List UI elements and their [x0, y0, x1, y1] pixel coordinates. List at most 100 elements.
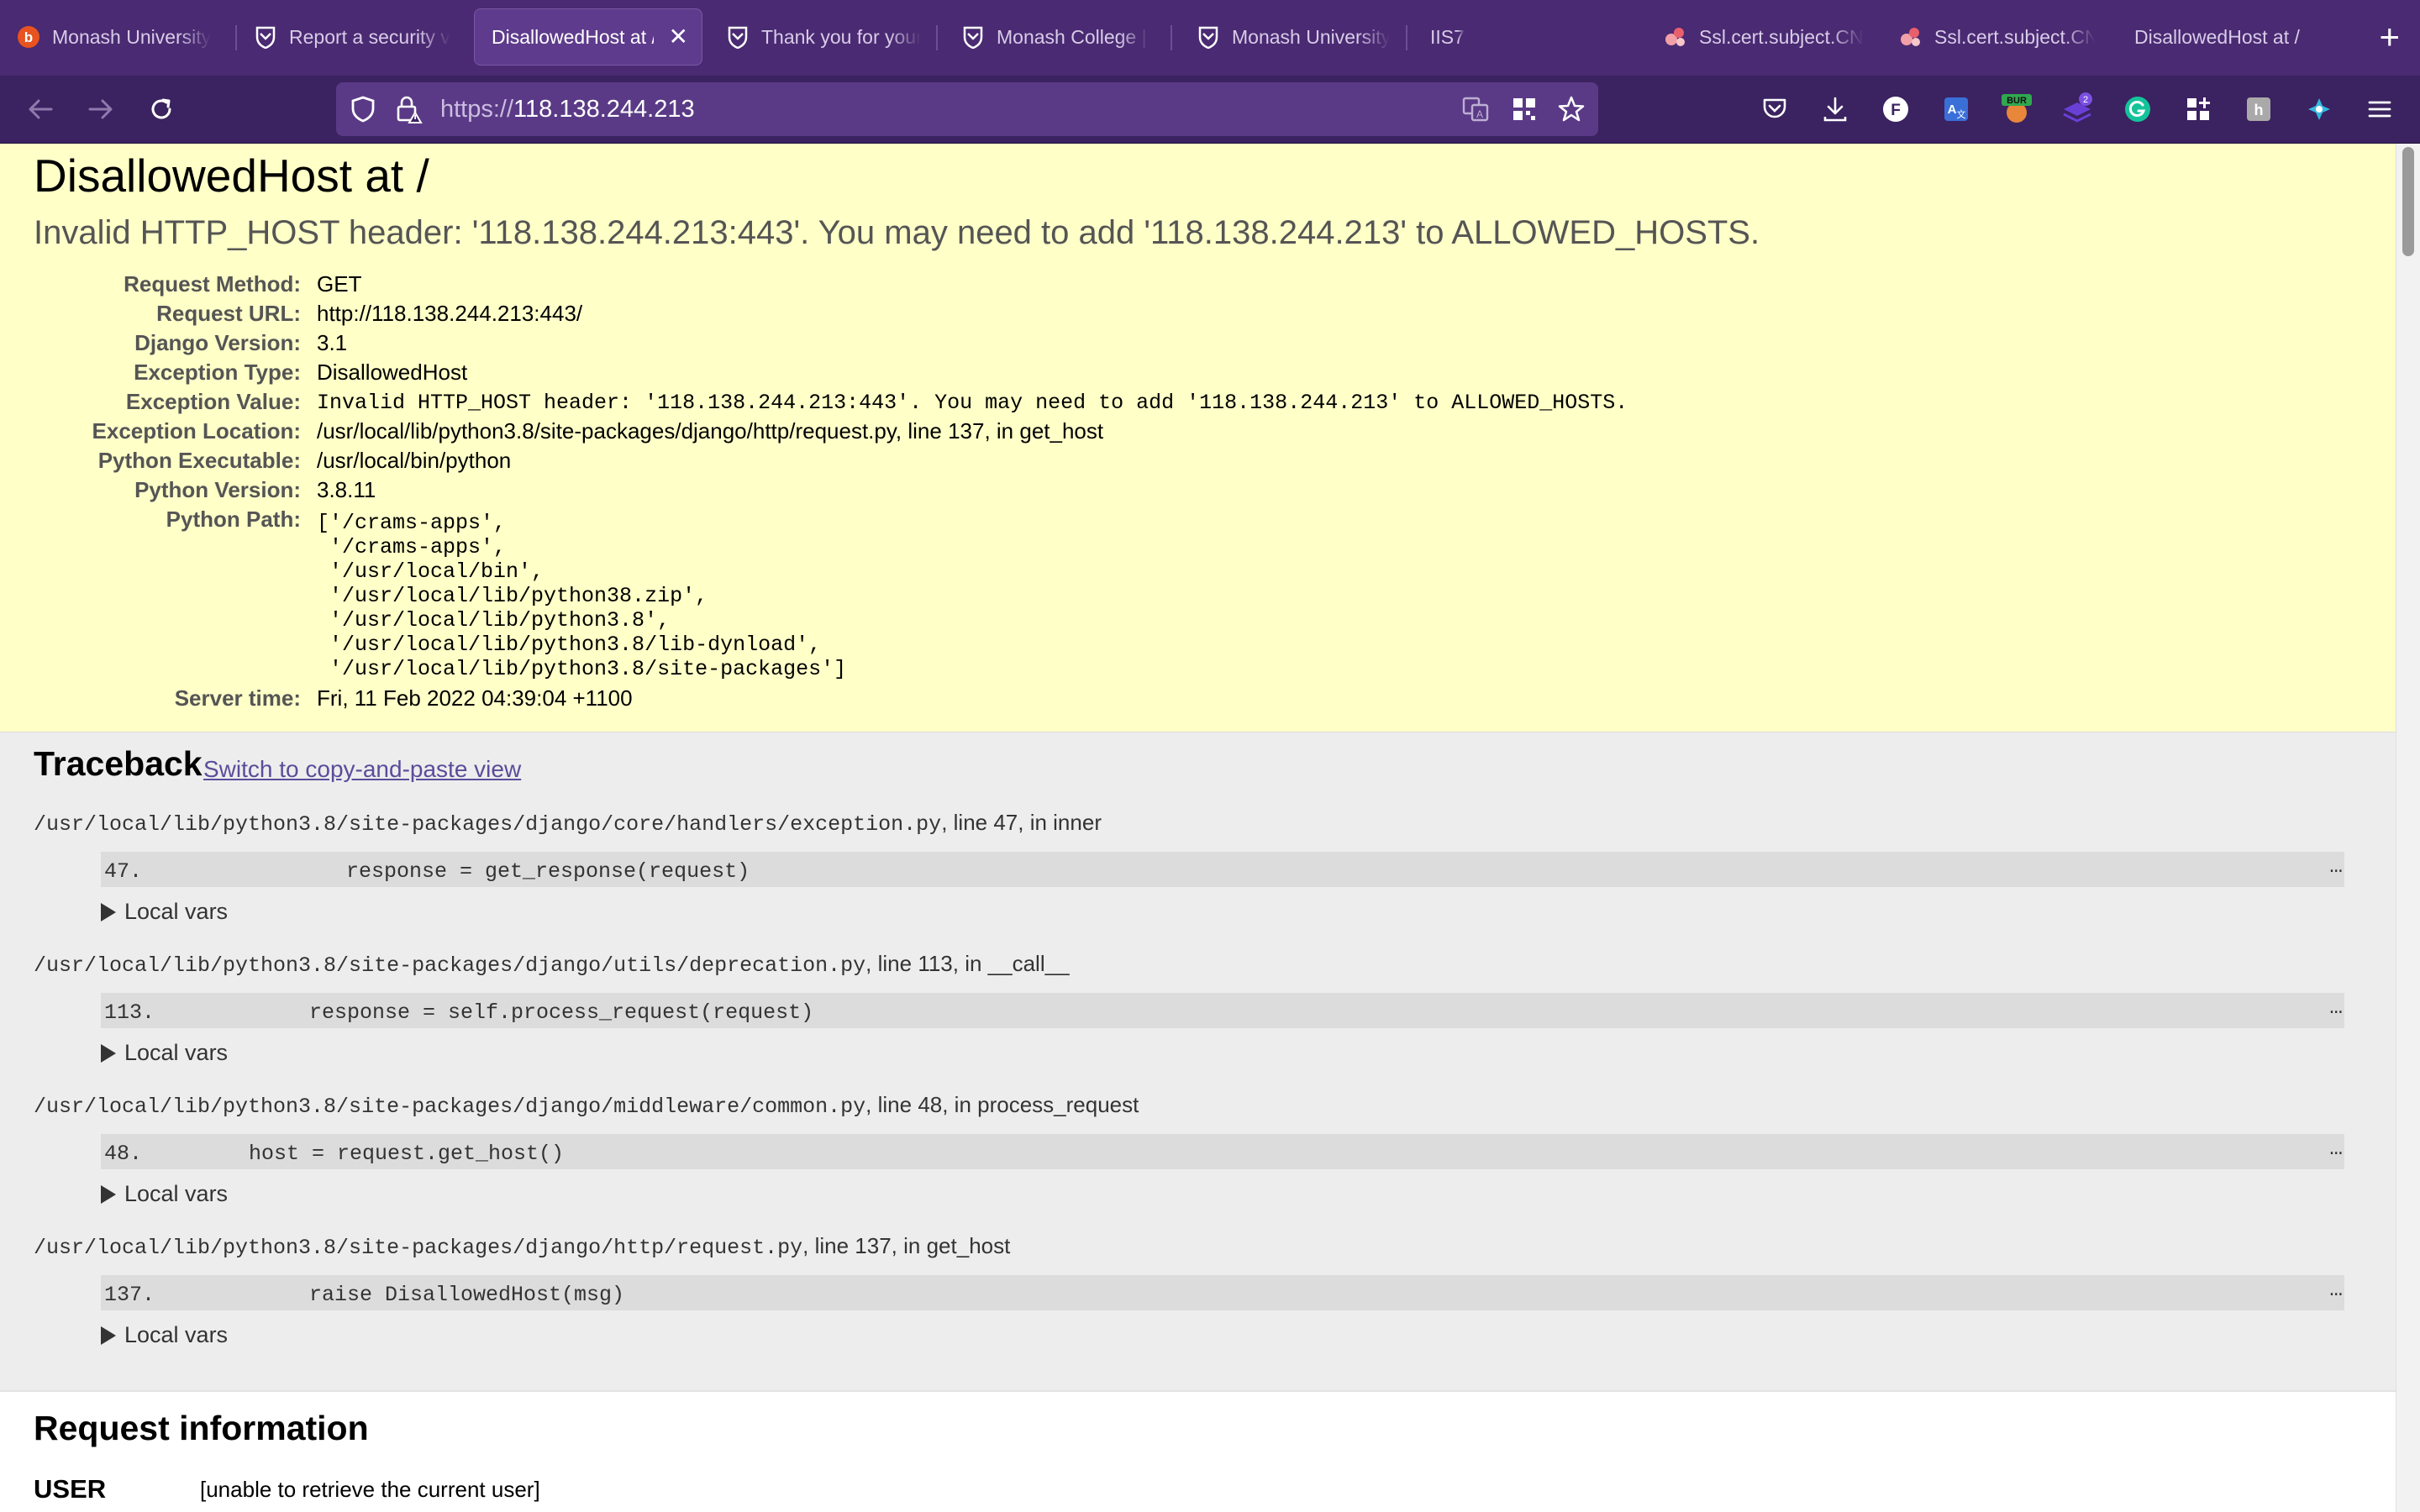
line-number: 137. [104, 1283, 155, 1307]
url-protocol: https:// [440, 96, 514, 123]
translate-extension-icon[interactable]: A文 [1938, 91, 1975, 128]
burp-extension-icon[interactable]: BUR [1998, 91, 2035, 128]
frame-path: /usr/local/lib/python3.8/site-packages/d… [34, 812, 942, 837]
back-button[interactable] [22, 91, 59, 128]
frame-location: , line 48, in process_request [865, 1092, 1139, 1117]
meta-value: GET [317, 271, 362, 297]
user-value: [unable to retrieve the current user] [200, 1477, 540, 1502]
local-vars-label: Local vars [124, 1040, 229, 1065]
page-viewport[interactable]: DisallowedHost at / Invalid HTTP_HOST he… [0, 144, 2420, 1512]
context-line[interactable]: 137. raise DisallowedHost(msg) … [101, 1275, 2344, 1310]
meta-key: Django Version: [134, 330, 301, 355]
tab-disallowedhost-2[interactable]: DisallowedHost at / [2118, 8, 2361, 66]
context-line[interactable]: 48. host = request.get_host() … [101, 1134, 2344, 1169]
expand-context-icon[interactable]: … [2329, 1277, 2343, 1302]
meta-row-django-version: Django Version: 3.1 [0, 328, 1681, 357]
vertical-scrollbar[interactable] [2396, 144, 2420, 1512]
local-vars-toggle[interactable]: Local vars [101, 899, 228, 925]
meta-key: Request URL: [156, 301, 301, 326]
tab-monash-university-2[interactable]: Monash University [1180, 8, 1403, 66]
frame-path: /usr/local/lib/python3.8/site-packages/d… [34, 953, 866, 978]
new-tab-button[interactable]: + [2379, 19, 2400, 55]
meta-row-request-method: Request Method: GET [0, 270, 1681, 298]
profile-f-icon[interactable]: F [1877, 91, 1914, 128]
traceback-heading: Traceback [34, 744, 203, 783]
local-vars-label: Local vars [124, 1322, 229, 1347]
source-code: response = get_response(request) [346, 859, 750, 884]
tab-thank-you[interactable]: Thank you for your [709, 8, 934, 66]
meta-value: /usr/local/lib/python3.8/site-packages/d… [317, 418, 1104, 444]
local-vars-toggle[interactable]: Local vars [101, 1181, 228, 1207]
meta-value: 3.1 [317, 330, 348, 355]
forward-button[interactable] [82, 91, 119, 128]
tab-ssl-cert-2[interactable]: Ssl.cert.subject.CN [1882, 8, 2109, 66]
tab-label: Ssl.cert.subject.CN [1699, 25, 1864, 48]
meta-key: Python Executable: [97, 448, 301, 473]
frame-path: /usr/local/lib/python3.8/site-packages/d… [34, 1236, 803, 1260]
bookmark-star-icon[interactable] [1556, 94, 1586, 124]
layers-extension-icon[interactable]: 2 [2059, 91, 2096, 128]
lock-warning-icon[interactable] [393, 94, 424, 124]
line-number: 113. [104, 1000, 155, 1025]
tab-monash-university-1[interactable]: b Monash University [0, 8, 234, 66]
request-information-heading: Request information [34, 1409, 369, 1447]
close-tab-icon[interactable]: ✕ [669, 25, 688, 49]
local-vars-toggle[interactable]: Local vars [101, 1040, 228, 1066]
reload-icon [151, 98, 171, 119]
grammarly-icon[interactable] [2119, 91, 2156, 128]
context-line[interactable]: 113. response = self.process_request(req… [101, 993, 2344, 1028]
pocket-icon[interactable] [1756, 91, 1793, 128]
monash-shield-icon [1197, 25, 1220, 50]
qr-code-icon[interactable] [1509, 94, 1539, 124]
meta-value: http://118.138.244.213:443/ [317, 301, 583, 326]
tab-label: IIS7 [1430, 25, 1465, 48]
tab-disallowedhost-active[interactable]: DisallowedHost at / ✕ [474, 8, 702, 66]
tab-label: DisallowedHost at / [2134, 25, 2300, 48]
meta-value: Fri, 11 Feb 2022 04:39:04 +1100 [317, 685, 633, 711]
local-vars-label: Local vars [124, 1181, 229, 1206]
tab-ssl-cert-1[interactable]: Ssl.cert.subject.CN [1647, 8, 1879, 66]
frame-file: /usr/local/lib/python3.8/site-packages/d… [34, 810, 1102, 837]
hamburger-menu-icon[interactable] [2361, 91, 2398, 128]
switch-copy-paste-link[interactable]: Switch to copy-and-paste view [203, 756, 521, 783]
tracking-protection-shield-icon[interactable] [348, 94, 378, 124]
url-text[interactable]: https://118.138.244.213 [440, 82, 695, 136]
frame-file: /usr/local/lib/python3.8/site-packages/d… [34, 1233, 1010, 1260]
local-vars-toggle[interactable]: Local vars [101, 1322, 228, 1348]
tab-separator [936, 25, 938, 50]
error-title: DisallowedHost at / [34, 150, 429, 202]
tab-separator [1171, 25, 1172, 50]
expand-context-icon[interactable]: … [2329, 853, 2343, 879]
error-summary: DisallowedHost at / Invalid HTTP_HOST he… [0, 144, 2396, 732]
tab-label: Ssl.cert.subject.CN [1934, 25, 2096, 48]
meta-row-request-url: Request URL: http://118.138.244.213:443/ [0, 299, 1681, 328]
scrollbar-thumb[interactable] [2402, 147, 2414, 256]
back-arrow-icon [29, 99, 53, 119]
download-icon[interactable] [1817, 91, 1854, 128]
meta-key: Server time: [174, 685, 301, 711]
notification-count: 2 [2083, 95, 2088, 105]
expand-context-icon[interactable]: … [2329, 1136, 2343, 1161]
meta-row-exception-location: Exception Location: /usr/local/lib/pytho… [0, 417, 1681, 445]
tab-iis7[interactable]: IIS7 [1413, 8, 1649, 66]
hash-extension-icon[interactable]: h [2240, 91, 2277, 128]
meta-key: Exception Value: [125, 389, 301, 414]
bitdefender-icon: b [17, 25, 40, 49]
frame-path: /usr/local/lib/python3.8/site-packages/d… [34, 1095, 866, 1119]
tab-report-security[interactable]: Report a security v [237, 8, 466, 66]
meta-value: DisallowedHost [317, 360, 468, 385]
svg-text:b: b [24, 29, 33, 45]
extensions-grid-icon[interactable] [2180, 91, 2217, 128]
meta-row-exception-value: Exception Value: Invalid HTTP_HOST heade… [0, 387, 1681, 416]
address-bar[interactable]: https://118.138.244.213 A [336, 82, 1598, 136]
expand-context-icon[interactable]: … [2329, 995, 2343, 1020]
tab-monash-college[interactable]: Monash College | M [944, 8, 1163, 66]
puzzle-extension-icon[interactable] [2301, 91, 2338, 128]
reload-button[interactable] [143, 91, 180, 128]
context-line[interactable]: 47. response = get_response(request) … [101, 852, 2344, 887]
local-vars-label: Local vars [124, 899, 229, 924]
burp-badge-text: BUR [2007, 96, 2027, 106]
python-path-list: ['/crams-apps', '/crams-apps', '/usr/loc… [317, 511, 847, 681]
line-number: 47. [104, 859, 143, 884]
translate-icon[interactable]: A [1460, 94, 1491, 124]
